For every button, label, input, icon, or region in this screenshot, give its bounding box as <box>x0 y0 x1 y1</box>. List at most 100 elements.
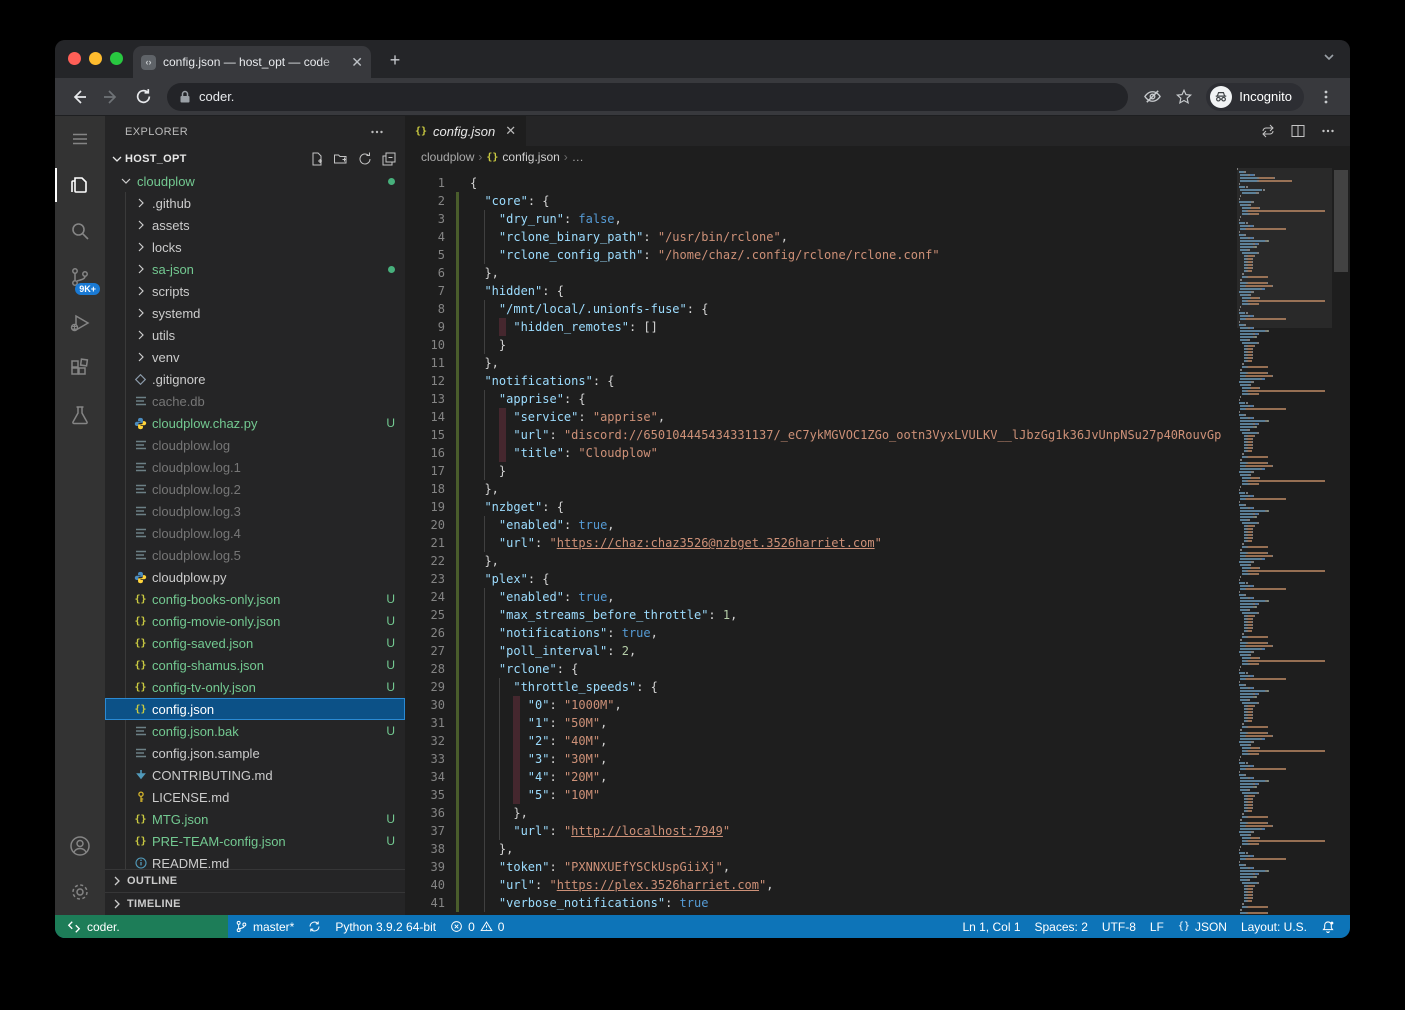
tree-file-cloudplow.chaz.py[interactable]: cloudplow.chaz.pyU <box>105 412 405 434</box>
open-changes-icon[interactable] <box>1260 123 1276 139</box>
address-bar[interactable]: coder. <box>167 83 1128 111</box>
tree-folder-systemd[interactable]: systemd <box>105 302 405 324</box>
bookmark-star-icon[interactable] <box>1170 83 1198 111</box>
refresh-icon[interactable] <box>357 151 373 167</box>
minimize-window-button[interactable] <box>89 52 102 65</box>
tree-folder-sa-json[interactable]: sa-json <box>105 258 405 280</box>
code-line-29[interactable]: 29 "throttle_speeds": { <box>405 678 1237 696</box>
breadcrumb-more[interactable]: … <box>572 150 584 164</box>
code-line-33[interactable]: 33 "3": "30M", <box>405 750 1237 768</box>
breadcrumb-folder[interactable]: cloudplow <box>421 150 474 164</box>
reload-icon[interactable] <box>129 83 157 111</box>
code-line-20[interactable]: 20 "enabled": true, <box>405 516 1237 534</box>
code-line-37[interactable]: 37 "url": "http://localhost:7949" <box>405 822 1237 840</box>
tree-file-config.json.bak[interactable]: config.json.bakU <box>105 720 405 742</box>
code-line-11[interactable]: 11 }, <box>405 354 1237 372</box>
indentation-item[interactable]: Spaces: 2 <box>1028 915 1095 938</box>
tree-folder-cloudplow[interactable]: cloudplow <box>105 170 405 192</box>
zoom-window-button[interactable] <box>110 52 123 65</box>
code-line-6[interactable]: 6 }, <box>405 264 1237 282</box>
tab-search-chevron-icon[interactable] <box>1322 50 1336 64</box>
language-mode-item[interactable]: {} JSON <box>1171 915 1234 938</box>
outline-section[interactable]: OUTLINE <box>105 869 405 892</box>
run-debug-icon[interactable] <box>55 300 105 346</box>
code-line-26[interactable]: 26 "notifications": true, <box>405 624 1237 642</box>
eol-item[interactable]: LF <box>1143 915 1171 938</box>
explorer-icon[interactable] <box>55 162 105 208</box>
tree-folder-.github[interactable]: .github <box>105 192 405 214</box>
tree-file-MTG.json[interactable]: {}MTG.jsonU <box>105 808 405 830</box>
notifications-bell-icon[interactable] <box>1314 915 1342 938</box>
tree-file-cache.db[interactable]: cache.db <box>105 390 405 412</box>
tree-folder-assets[interactable]: assets <box>105 214 405 236</box>
code-line-4[interactable]: 4 "rclone_binary_path": "/usr/bin/rclone… <box>405 228 1237 246</box>
code-line-22[interactable]: 22 }, <box>405 552 1237 570</box>
code-line-28[interactable]: 28 "rclone": { <box>405 660 1237 678</box>
tree-file-cloudplow.log.5[interactable]: cloudplow.log.5 <box>105 544 405 566</box>
code-line-19[interactable]: 19 "nzbget": { <box>405 498 1237 516</box>
tree-file-cloudplow.py[interactable]: cloudplow.py <box>105 566 405 588</box>
menu-hamburger-icon[interactable] <box>55 116 105 162</box>
code-line-34[interactable]: 34 "4": "20M", <box>405 768 1237 786</box>
minimap[interactable] <box>1237 168 1332 915</box>
editor-tab-close-icon[interactable]: ✕ <box>505 123 516 139</box>
account-icon[interactable] <box>55 823 105 869</box>
keyboard-layout-item[interactable]: Layout: U.S. <box>1234 915 1314 938</box>
git-branch-item[interactable]: master* <box>228 915 301 938</box>
tree-file-config.json.sample[interactable]: config.json.sample <box>105 742 405 764</box>
search-icon[interactable] <box>55 208 105 254</box>
code-line-41[interactable]: 41 "verbose_notifications": true <box>405 894 1237 912</box>
code-line-35[interactable]: 35 "5": "10M" <box>405 786 1237 804</box>
code-line-1[interactable]: 1{ <box>405 174 1237 192</box>
tree-folder-utils[interactable]: utils <box>105 324 405 346</box>
code-line-39[interactable]: 39 "token": "PXNNXUEfYSCkUspGiiXj", <box>405 858 1237 876</box>
eye-off-icon[interactable] <box>1138 83 1166 111</box>
editor-more-actions-icon[interactable] <box>1320 123 1336 139</box>
code-line-12[interactable]: 12 "notifications": { <box>405 372 1237 390</box>
code-line-5[interactable]: 5 "rclone_config_path": "/home/chaz/.con… <box>405 246 1237 264</box>
code-line-38[interactable]: 38 }, <box>405 840 1237 858</box>
code-line-7[interactable]: 7 "hidden": { <box>405 282 1237 300</box>
tree-file-cloudplow.log.3[interactable]: cloudplow.log.3 <box>105 500 405 522</box>
tab-close-icon[interactable]: ✕ <box>351 54 363 71</box>
tree-file-LICENSE.md[interactable]: LICENSE.md <box>105 786 405 808</box>
code-line-32[interactable]: 32 "2": "40M", <box>405 732 1237 750</box>
tree-folder-locks[interactable]: locks <box>105 236 405 258</box>
new-tab-button[interactable]: + <box>383 48 407 72</box>
code-line-24[interactable]: 24 "enabled": true, <box>405 588 1237 606</box>
new-folder-icon[interactable] <box>333 151 349 167</box>
remote-indicator[interactable]: coder. <box>55 915 228 938</box>
breadcrumb-file[interactable]: config.json <box>502 150 559 164</box>
collapse-all-icon[interactable] <box>381 151 397 167</box>
tree-file-config-tv-only.json[interactable]: {}config-tv-only.jsonU <box>105 676 405 698</box>
code-line-10[interactable]: 10 } <box>405 336 1237 354</box>
testing-flask-icon[interactable] <box>55 392 105 438</box>
code-line-8[interactable]: 8 "/mnt/local/.unionfs-fuse": { <box>405 300 1237 318</box>
incognito-badge[interactable]: Incognito <box>1206 83 1304 111</box>
settings-gear-icon[interactable] <box>55 869 105 915</box>
extensions-icon[interactable] <box>55 346 105 392</box>
browser-menu-kebab-icon[interactable] <box>1312 83 1340 111</box>
tree-file-PRE-TEAM-config.json[interactable]: {}PRE-TEAM-config.jsonU <box>105 830 405 852</box>
tree-file-README.md[interactable]: README.md <box>105 852 405 869</box>
code-line-13[interactable]: 13 "apprise": { <box>405 390 1237 408</box>
tree-folder-scripts[interactable]: scripts <box>105 280 405 302</box>
explorer-more-icon[interactable] <box>369 124 385 140</box>
code-line-21[interactable]: 21 "url": "https://chaz:chaz3526@nzbget.… <box>405 534 1237 552</box>
code-line-15[interactable]: 15 "url": "discord://650104445434331137/… <box>405 426 1237 444</box>
editor-scrollbar[interactable] <box>1332 168 1350 915</box>
source-control-icon[interactable]: 9K+ <box>55 254 105 300</box>
workspace-section-header[interactable]: HOST_OPT <box>105 148 405 170</box>
code-line-36[interactable]: 36 }, <box>405 804 1237 822</box>
timeline-section[interactable]: TIMELINE <box>105 892 405 915</box>
editor-tab-config-json[interactable]: {} config.json ✕ <box>405 116 526 146</box>
code-line-9[interactable]: 9 "hidden_remotes": [] <box>405 318 1237 336</box>
split-editor-icon[interactable] <box>1290 123 1306 139</box>
python-interpreter-item[interactable]: Python 3.9.2 64-bit <box>328 915 443 938</box>
code-line-25[interactable]: 25 "max_streams_before_throttle": 1, <box>405 606 1237 624</box>
back-icon[interactable] <box>65 83 93 111</box>
tree-file-config-shamus.json[interactable]: {}config-shamus.jsonU <box>105 654 405 676</box>
code-line-31[interactable]: 31 "1": "50M", <box>405 714 1237 732</box>
code-line-16[interactable]: 16 "title": "Cloudplow" <box>405 444 1237 462</box>
tree-file-config-movie-only.json[interactable]: {}config-movie-only.jsonU <box>105 610 405 632</box>
